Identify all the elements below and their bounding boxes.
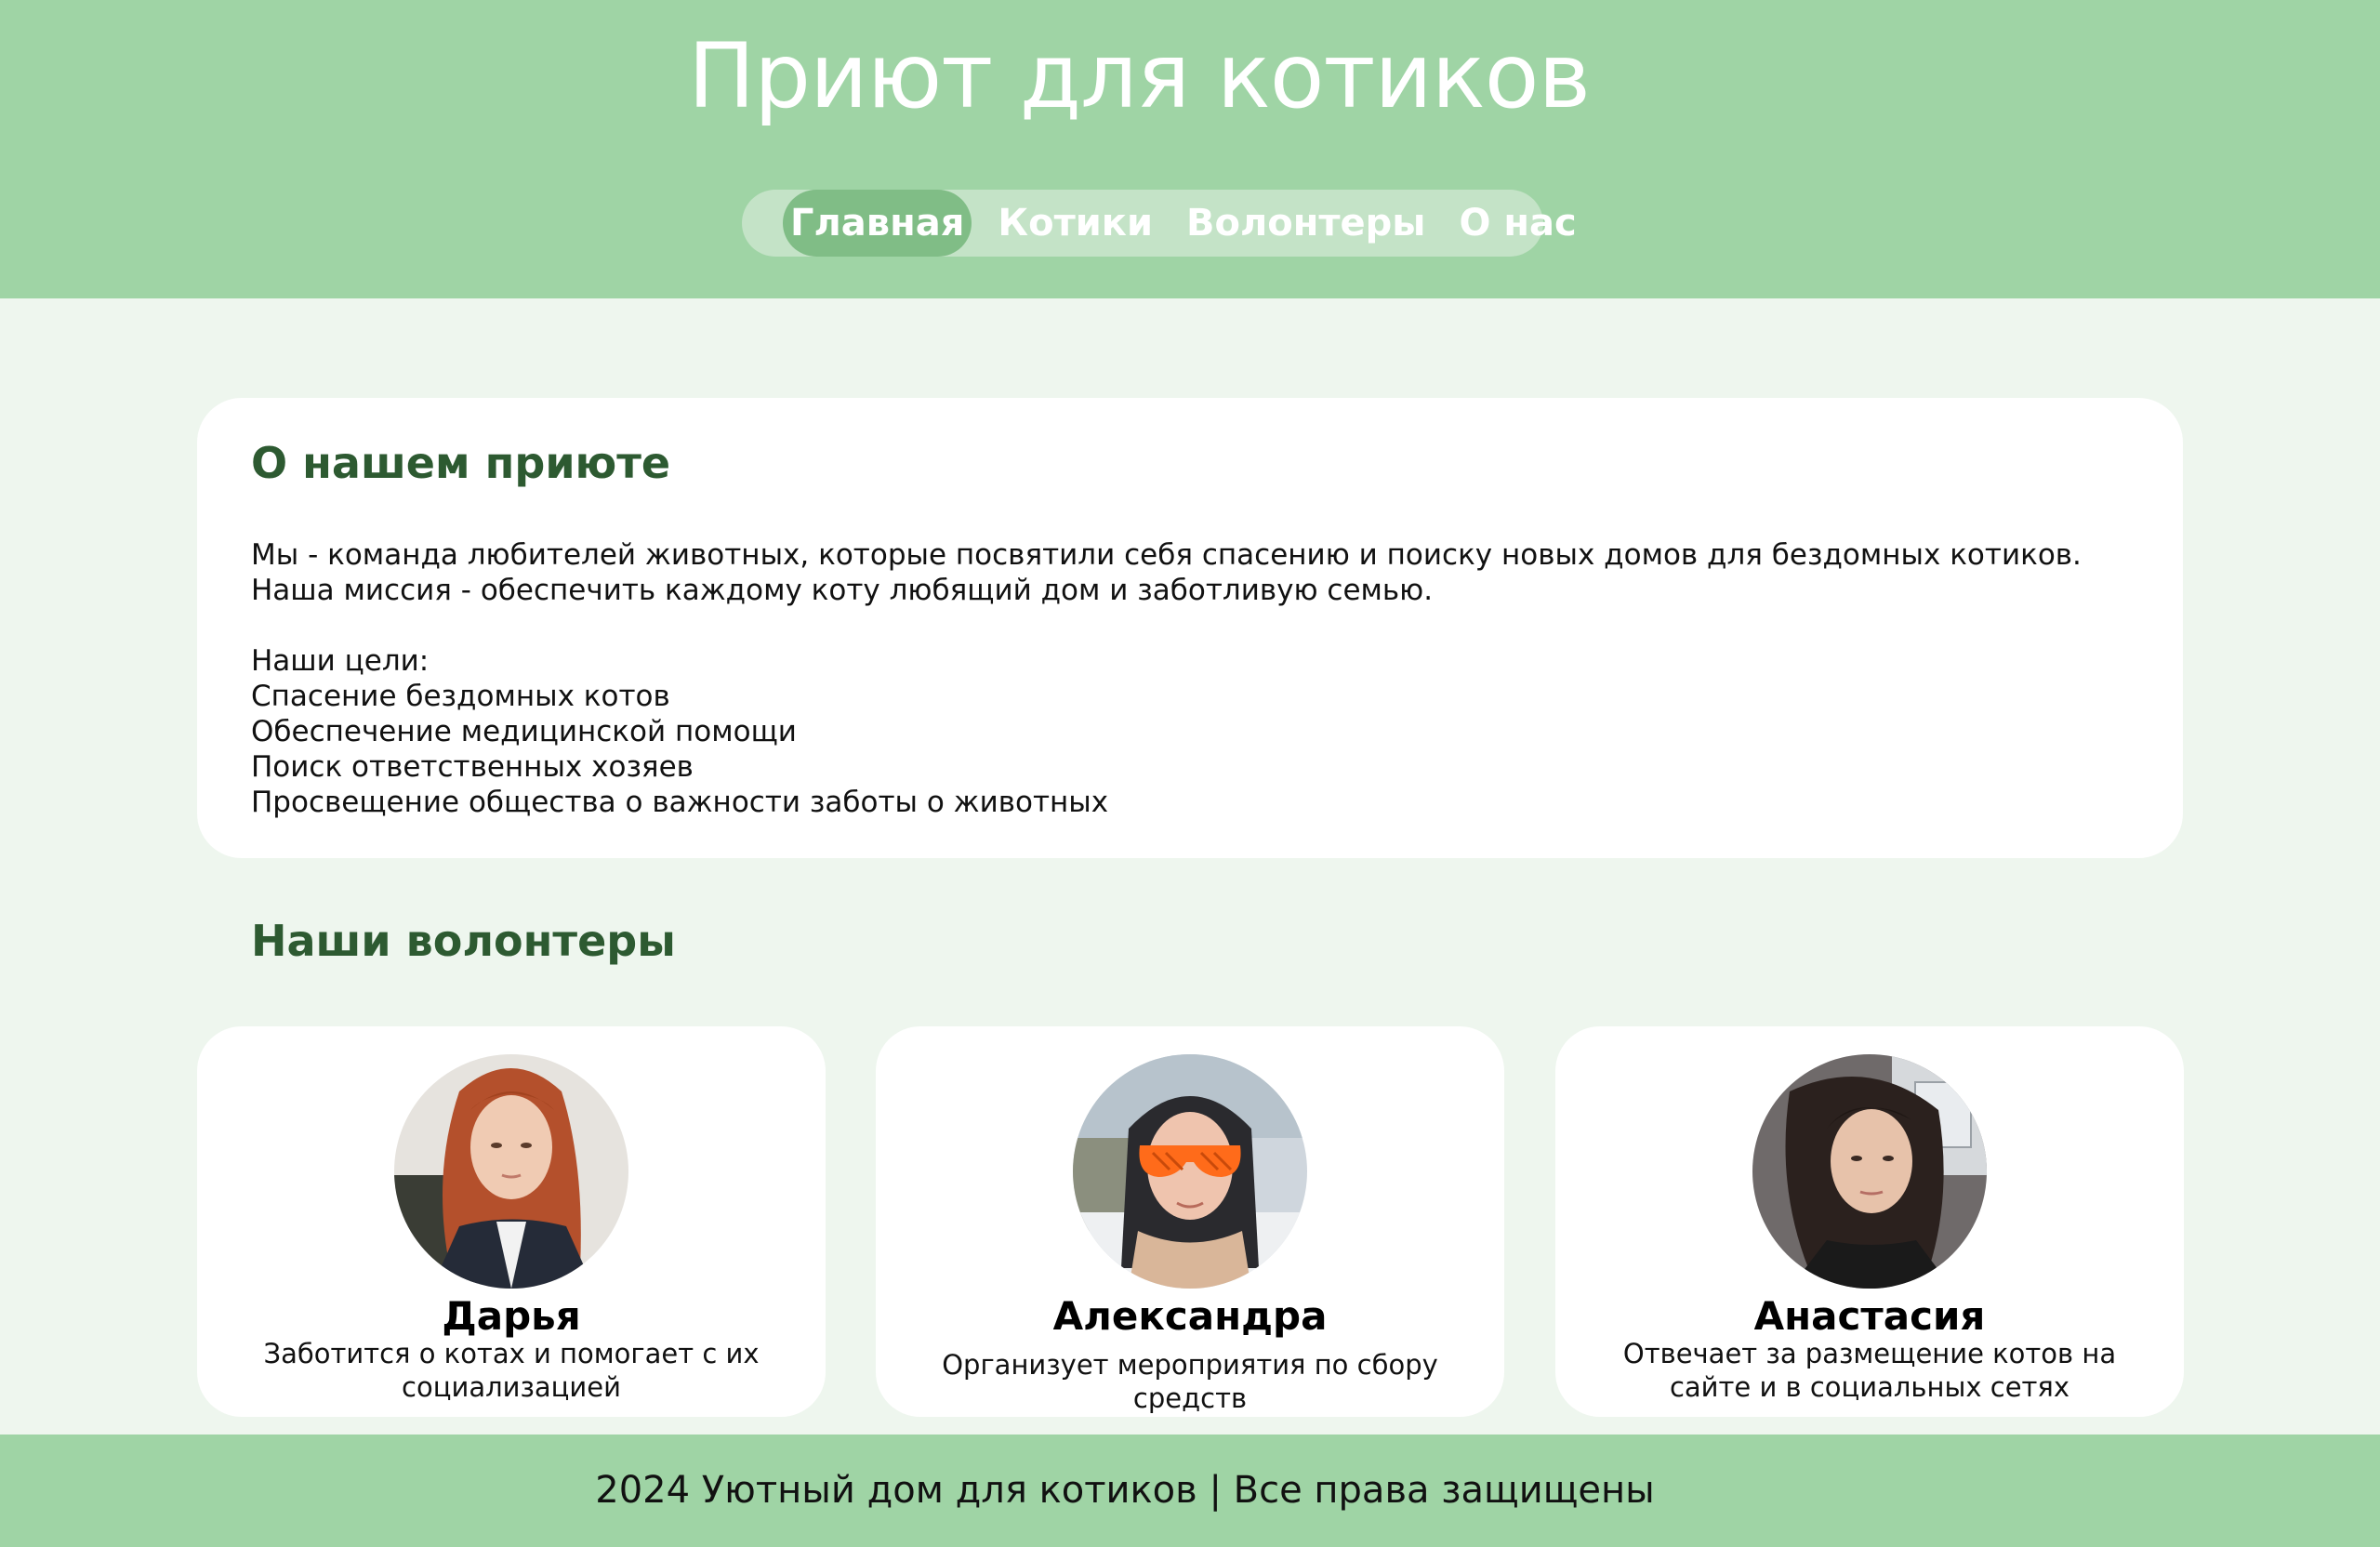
goal-item: Спасение бездомных котов bbox=[251, 680, 670, 713]
site-footer: 2024 Уютный дом для котиков | Все права … bbox=[0, 1435, 2380, 1547]
about-card: О нашем приюте Мы - команда любителей жи… bbox=[197, 398, 2183, 858]
nav-item-cats[interactable]: Котики bbox=[990, 190, 1160, 257]
volunteer-name: Дарья bbox=[442, 1293, 581, 1339]
about-title: О нашем приюте bbox=[251, 438, 671, 488]
site-title: Приют для котиков bbox=[687, 24, 1591, 128]
volunteer-description: Отвечает за размещение котов на сайте и … bbox=[1622, 1338, 2117, 1403]
nav-item-home[interactable]: Главная bbox=[783, 190, 972, 257]
volunteer-card: Александра Организует мероприятия по сбо… bbox=[876, 1026, 1504, 1417]
nav-item-about[interactable]: О нас bbox=[1451, 190, 1583, 257]
goal-item: Обеспечение медицинской помощи bbox=[251, 715, 797, 748]
volunteer-description: Организует мероприятия по сбору средств bbox=[942, 1349, 1438, 1414]
nav-item-volunteers[interactable]: Волонтеры bbox=[1179, 190, 1434, 257]
footer-text: 2024 Уютный дом для котиков | Все права … bbox=[595, 1469, 1655, 1512]
avatar bbox=[1752, 1054, 1987, 1289]
volunteer-name: Анастасия bbox=[1753, 1293, 1986, 1339]
volunteer-description: Заботится о котах и помогает с их социал… bbox=[263, 1338, 760, 1403]
about-intro-line: Мы - команда любителей животных, которые… bbox=[251, 538, 2082, 572]
volunteer-name: Александра bbox=[1052, 1293, 1328, 1339]
main-nav: Главная Котики Волонтеры О нас bbox=[742, 190, 1577, 257]
goal-item: Поиск ответственных хозяев bbox=[251, 750, 694, 784]
about-intro-line: Наша миссия - обеспечить каждому коту лю… bbox=[251, 574, 1434, 607]
about-text: Мы - команда любителей животных, которые… bbox=[251, 537, 2129, 820]
avatar bbox=[394, 1054, 628, 1289]
site-header: Приют для котиков Главная Котики Волонте… bbox=[0, 0, 2380, 298]
volunteer-card: Дарья Заботится о котах и помогает с их … bbox=[197, 1026, 826, 1417]
volunteers-title: Наши волонтеры bbox=[251, 916, 676, 966]
goals-heading: Наши цели: bbox=[251, 644, 430, 678]
volunteer-card: Анастасия Отвечает за размещение котов н… bbox=[1555, 1026, 2184, 1417]
avatar bbox=[1073, 1054, 1307, 1289]
goal-item: Просвещение общества о важности заботы о… bbox=[251, 786, 1109, 819]
